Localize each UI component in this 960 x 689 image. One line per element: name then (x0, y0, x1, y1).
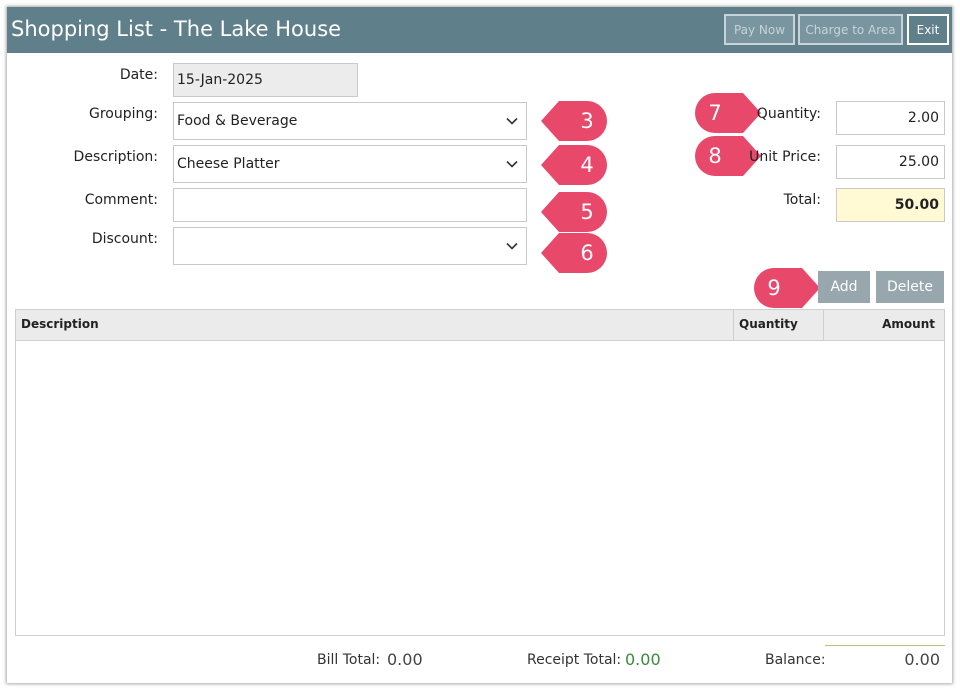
charge-to-area-button[interactable]: Charge to Area (798, 14, 903, 45)
receipt-total-label: Receipt Total: (527, 652, 622, 668)
comment-input[interactable] (173, 188, 527, 222)
balance-label: Balance: (765, 652, 826, 668)
table-header: Description Quantity Amount (16, 310, 944, 341)
grouping-value: Food & Beverage (177, 113, 298, 129)
description-value: Cheese Platter (177, 156, 280, 172)
callout-marker-9: 9 (754, 268, 820, 308)
callout-marker-3: 3 (541, 101, 607, 141)
column-header-amount[interactable]: Amount (824, 310, 944, 340)
callout-marker-6: 6 (541, 233, 607, 273)
quantity-label: Quantity: (756, 106, 821, 122)
receipt-total-value: 0.00 (625, 650, 661, 669)
unit-price-value: 25.00 (898, 154, 939, 170)
date-field: 15-Jan-2025 (173, 63, 358, 97)
total-field: 50.00 (836, 188, 945, 222)
callout-marker-5: 5 (541, 192, 607, 232)
chevron-down-icon (506, 242, 518, 250)
bill-total-value: 0.00 (387, 650, 423, 669)
items-table: Description Quantity Amount (15, 309, 945, 636)
exit-button[interactable]: Exit (907, 14, 949, 45)
delete-button[interactable]: Delete (876, 271, 944, 303)
chevron-down-icon (506, 117, 518, 125)
discount-label: Discount: (91, 231, 158, 247)
total-value: 50.00 (894, 197, 939, 213)
column-header-quantity[interactable]: Quantity (734, 310, 824, 340)
balance-divider (825, 645, 945, 646)
total-label: Total: (783, 192, 821, 208)
date-label: Date: (119, 67, 158, 83)
unit-price-label: Unit Price: (749, 149, 821, 165)
description-label: Description: (73, 149, 158, 165)
discount-select[interactable] (173, 227, 527, 265)
shopping-list-window: Shopping List - The Lake House Pay Now C… (7, 7, 952, 683)
comment-label: Comment: (84, 192, 158, 208)
pay-now-button[interactable]: Pay Now (724, 14, 795, 45)
column-header-description[interactable]: Description (16, 310, 734, 340)
date-value: 15-Jan-2025 (177, 72, 263, 88)
quantity-input[interactable]: 2.00 (836, 101, 945, 135)
add-button[interactable]: Add (818, 271, 870, 303)
bill-total-label: Bill Total: (317, 652, 381, 668)
window-title: Shopping List - The Lake House (11, 17, 342, 41)
chevron-down-icon (506, 160, 518, 168)
description-select[interactable]: Cheese Platter (173, 145, 527, 183)
callout-marker-4: 4 (541, 145, 607, 185)
unit-price-input[interactable]: 25.00 (836, 145, 945, 179)
grouping-label: Grouping: (89, 106, 158, 122)
grouping-select[interactable]: Food & Beverage (173, 102, 527, 140)
balance-value: 0.00 (904, 650, 940, 669)
title-bar: Shopping List - The Lake House Pay Now C… (7, 7, 952, 53)
quantity-value: 2.00 (907, 110, 939, 126)
